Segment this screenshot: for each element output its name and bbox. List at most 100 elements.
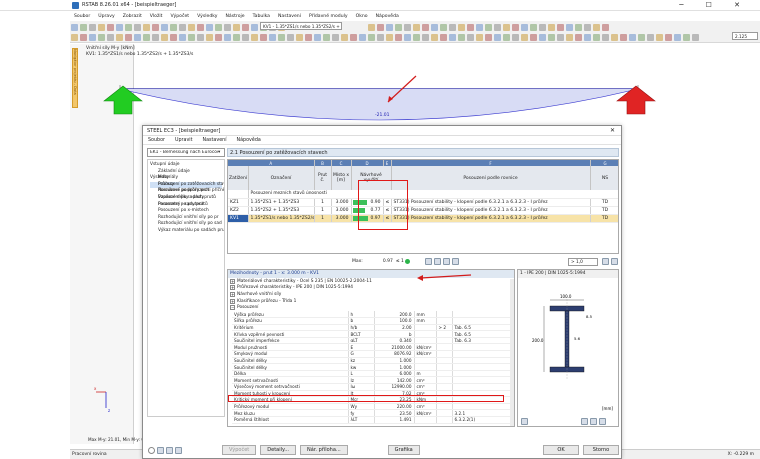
property-group[interactable]: + Klasifikace průřezu - Třída 1: [228, 298, 514, 305]
toolbar-icon[interactable]: [143, 23, 150, 31]
toolbar-icon[interactable]: [377, 33, 384, 41]
toolbar-icon[interactable]: [413, 33, 420, 41]
print-icon[interactable]: [599, 418, 606, 425]
toolbar-icon[interactable]: [530, 23, 537, 31]
menu-item[interactable]: Přídavné moduly: [309, 14, 348, 19]
toolbar-icon[interactable]: [611, 33, 618, 41]
toolbar-icon[interactable]: [575, 23, 582, 31]
toolbar-icon[interactable]: [584, 23, 591, 31]
toolbar-icon[interactable]: [620, 33, 627, 41]
toolbar-icon[interactable]: [80, 33, 87, 41]
ratio-filter-select[interactable]: > 1,0: [568, 257, 598, 266]
toolbar-icon[interactable]: [629, 33, 636, 41]
toolbar-icon[interactable]: [557, 33, 564, 41]
toolbar-icon[interactable]: [116, 23, 123, 31]
toolbar-icon[interactable]: [458, 23, 465, 31]
property-row[interactable]: Průřezový modul Wy 220.00 cm³: [232, 403, 514, 411]
window-controls[interactable]: ─ ☐ ✕: [679, 1, 750, 9]
toolbar-icon[interactable]: [593, 33, 600, 41]
toolbar-icon[interactable]: [179, 33, 186, 41]
filter-icon[interactable]: [424, 258, 432, 265]
toolbar-icon[interactable]: [449, 23, 456, 31]
toolbar-icon[interactable]: [224, 33, 231, 41]
dialog-menu-item[interactable]: Nastavení: [203, 138, 227, 143]
toolbar-icon[interactable]: [512, 33, 519, 41]
toolbar-icon[interactable]: [215, 33, 222, 41]
table-view-icon[interactable]: [433, 258, 441, 265]
toolbar-icon[interactable]: [359, 33, 366, 41]
section-view-icon[interactable]: [590, 418, 597, 425]
toolbar-icon[interactable]: [386, 23, 393, 31]
tree-item-result[interactable]: Rozhodující vnitřní síly po sad: [150, 221, 222, 228]
beam-diagram[interactable]: -21.01: [86, 58, 760, 128]
details-button[interactable]: Detaily...: [260, 445, 297, 455]
toolbar-icon[interactable]: [170, 23, 177, 31]
toolbar-icon[interactable]: [476, 33, 483, 41]
toolbar-icon[interactable]: [368, 23, 375, 31]
dialog-menu-item[interactable]: Soubor: [148, 138, 165, 143]
property-group[interactable]: + Průřezové charakteristiky - IPE 200 | D…: [228, 285, 514, 292]
toolbar-icon[interactable]: [638, 33, 645, 41]
property-row[interactable]: Součinitel délky kw 1.000: [232, 363, 514, 371]
property-row[interactable]: Mez kluzu fy 23.50 kN/cm² 3.2.1: [232, 409, 514, 417]
menu-item[interactable]: Zobrazit: [123, 14, 142, 19]
menu-item[interactable]: Nápověda: [376, 14, 399, 19]
toolbar-icon[interactable]: [602, 33, 609, 41]
toolbar-icon[interactable]: [260, 33, 267, 41]
toolbar-icon[interactable]: [458, 33, 465, 41]
toolbar-icon[interactable]: [521, 23, 528, 31]
tree-item-result[interactable]: Posouzení po sadách prutů: [150, 195, 222, 202]
toolbar-icon[interactable]: [206, 33, 213, 41]
property-row[interactable]: Součinitel délky kz 1.000: [232, 357, 514, 365]
toolbar-icon[interactable]: [692, 33, 699, 41]
toolbar-icon[interactable]: [161, 23, 168, 31]
dialog-close-icon[interactable]: ✕: [610, 127, 615, 134]
toolbar-icon[interactable]: [584, 33, 591, 41]
toolbar-icon[interactable]: [449, 33, 456, 41]
property-group[interactable]: + Návrhové vnitřní síly: [228, 291, 514, 298]
toolbar-icon[interactable]: [278, 33, 285, 41]
toolbar-icon[interactable]: [269, 33, 276, 41]
toolbar-icon[interactable]: [98, 23, 105, 31]
toolbar-icon[interactable]: [440, 23, 447, 31]
toolbar-icon[interactable]: [125, 23, 132, 31]
ok-button[interactable]: OK: [543, 445, 579, 455]
toolbar-icon[interactable]: [503, 33, 510, 41]
info-icon[interactable]: [521, 418, 528, 425]
national-annex-button[interactable]: Nár. příloha...: [300, 445, 348, 455]
toolbar-icon[interactable]: [593, 23, 600, 31]
excel-export-icon[interactable]: [451, 258, 459, 265]
save-icon[interactable]: [166, 446, 173, 454]
toolbar-icon[interactable]: [89, 23, 96, 31]
toolbar-icon[interactable]: [377, 23, 384, 31]
toolbar-icon[interactable]: [341, 33, 348, 41]
menu-item[interactable]: Okno: [356, 14, 368, 19]
calculate-button[interactable]: Výpočet: [222, 445, 257, 455]
zoom-select[interactable]: 2.125: [732, 32, 758, 40]
load-case-select[interactable]: KV1 - 1.35*ZS1/s nebo 1.35*ZS2/s + 1.35*…: [260, 22, 342, 30]
toolbar-icon[interactable]: [422, 33, 429, 41]
dimensions-icon[interactable]: [581, 418, 588, 425]
toolbar-icon[interactable]: [251, 23, 258, 31]
property-row[interactable]: Křivka vzpěrné pevnosti BCLT b Tab. 6.5: [232, 330, 514, 338]
toolbar-icon[interactable]: [440, 33, 447, 41]
toolbar-icon[interactable]: [314, 33, 321, 41]
toolbar-icon[interactable]: [296, 33, 303, 41]
menu-item[interactable]: Soubor: [74, 14, 90, 19]
toolbar-icon[interactable]: [143, 33, 150, 41]
toolbar-icon[interactable]: [494, 33, 501, 41]
table-row[interactable]: KV1 1.35*ZS1/s nebo 1.35*ZS2/s 1 3.000 0.97 ≤…: [228, 214, 618, 223]
toolbar-icon[interactable]: [467, 23, 474, 31]
help-icon[interactable]: [148, 446, 155, 454]
toolbar-icon[interactable]: [485, 23, 492, 31]
toolbar-icon[interactable]: [242, 23, 249, 31]
menu-item[interactable]: Úpravy: [98, 14, 114, 19]
toolbar-icon[interactable]: [152, 23, 159, 31]
graphics-button[interactable]: Grafika: [387, 445, 420, 455]
toolbar-icon[interactable]: [80, 23, 87, 31]
toolbar-icon[interactable]: [557, 23, 564, 31]
toolbar-icon[interactable]: [107, 33, 114, 41]
menu-item[interactable]: Nástroje: [225, 14, 244, 19]
toolbar-icon[interactable]: [521, 33, 528, 41]
toolbar-icon[interactable]: [467, 33, 474, 41]
